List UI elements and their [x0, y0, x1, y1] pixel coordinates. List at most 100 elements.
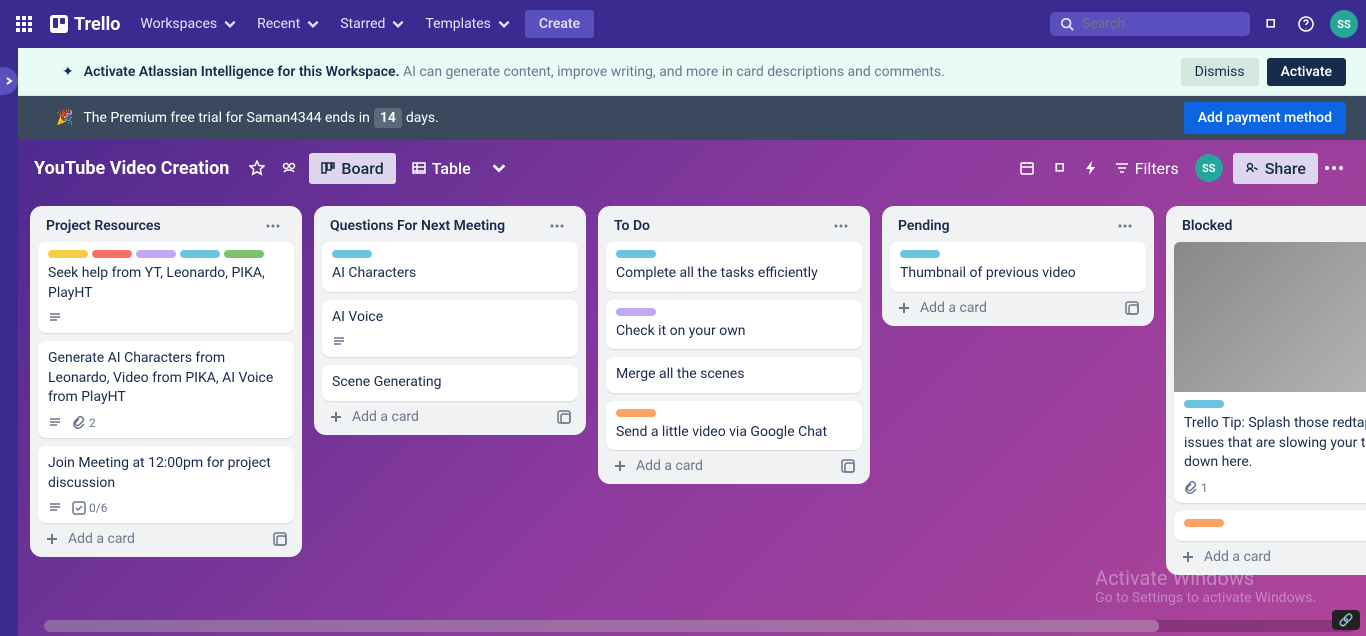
nav-templates[interactable]: Templates [415, 10, 521, 38]
card[interactable]: Scene Generating [322, 365, 578, 401]
horizontal-scrollbar[interactable] [44, 620, 1356, 632]
trial-text-prefix: The Premium free trial for Saman4344 end… [83, 110, 369, 126]
filters-button[interactable]: Filters [1107, 159, 1187, 178]
sidebar-expand-icon[interactable] [0, 67, 18, 95]
nav-workspaces[interactable]: Workspaces [130, 10, 247, 38]
board-member-avatar[interactable]: SS [1195, 154, 1223, 182]
table-view-button[interactable]: Table [400, 153, 483, 184]
template-icon[interactable] [272, 531, 288, 547]
add-card-button[interactable]: Add a card [1174, 541, 1366, 567]
card[interactable] [1174, 511, 1366, 541]
search-input[interactable] [1082, 16, 1240, 32]
card-cover-image [1174, 242, 1366, 392]
link-chip-icon[interactable]: 🔗 [1332, 610, 1360, 630]
celebrate-icon: 🎉 [56, 110, 73, 126]
board-menu-icon[interactable] [1318, 152, 1350, 184]
list-menu-icon[interactable] [260, 222, 286, 230]
card[interactable]: AI Characters [322, 242, 578, 292]
card[interactable]: Generate AI Characters from Leonardo, Vi… [38, 341, 294, 438]
lists-container[interactable]: Project Resources Seek help from YT, Leo… [18, 196, 1366, 620]
list: Project Resources Seek help from YT, Leo… [30, 206, 302, 557]
card-label[interactable] [92, 250, 132, 258]
card-label[interactable] [136, 250, 176, 258]
attachment-badge: 1 [1184, 481, 1208, 495]
logo-text: Trello [74, 14, 120, 35]
list-title[interactable]: To Do [614, 218, 650, 234]
add-card-label: Add a card [68, 531, 135, 547]
card[interactable]: Check it on your own [606, 300, 862, 350]
dismiss-button[interactable]: Dismiss [1181, 58, 1259, 86]
card-label[interactable] [180, 250, 220, 258]
description-badge [48, 501, 62, 515]
help-icon[interactable] [1290, 8, 1322, 40]
trello-logo[interactable]: Trello [40, 14, 130, 35]
list-menu-icon[interactable] [544, 222, 570, 230]
nav-starred[interactable]: Starred [330, 10, 415, 38]
card[interactable]: Thumbnail of previous video [890, 242, 1146, 292]
board-title[interactable]: YouTube Video Creation [34, 158, 229, 179]
add-card-button[interactable]: Add a card [38, 523, 294, 549]
template-icon[interactable] [840, 458, 856, 474]
apps-menu-icon[interactable] [8, 8, 40, 40]
list: Questions For Next Meeting AI Characters… [314, 206, 586, 435]
nav-recent[interactable]: Recent [247, 10, 330, 38]
card[interactable]: Join Meeting at 12:00pm for project disc… [38, 446, 294, 523]
template-icon[interactable] [1124, 300, 1140, 316]
list-title[interactable]: Questions For Next Meeting [330, 218, 505, 234]
add-card-label: Add a card [920, 300, 987, 316]
add-card-label: Add a card [1204, 549, 1271, 565]
visibility-icon[interactable] [273, 154, 305, 182]
add-card-button[interactable]: Add a card [890, 292, 1146, 318]
card-title: Thumbnail of previous video [900, 264, 1136, 284]
ai-banner-title: Activate Atlassian Intelligence for this… [84, 64, 400, 80]
scrollbar-thumb[interactable] [44, 620, 1159, 632]
star-icon[interactable] [241, 154, 273, 182]
ai-banner: ✦ Activate Atlassian Intelligence for th… [18, 48, 1366, 96]
search-box[interactable] [1050, 12, 1250, 36]
add-payment-button[interactable]: Add payment method [1184, 102, 1346, 134]
trial-days: 14 [374, 108, 402, 128]
attachment-badge: 2 [72, 416, 96, 430]
card-label[interactable] [332, 250, 372, 258]
card-label[interactable] [616, 409, 656, 417]
list-menu-icon[interactable] [1112, 222, 1138, 230]
card-label[interactable] [48, 250, 88, 258]
list-title[interactable]: Project Resources [46, 218, 161, 234]
card-label[interactable] [1184, 519, 1224, 527]
card-label[interactable] [224, 250, 264, 258]
user-avatar[interactable]: SS [1330, 10, 1358, 38]
template-icon[interactable] [556, 409, 572, 425]
board-header: YouTube Video Creation Board Table Filte… [18, 140, 1366, 196]
card-title: AI Voice [332, 308, 568, 328]
card-label[interactable] [616, 250, 656, 258]
card-label[interactable] [1184, 400, 1224, 408]
card-title: Seek help from YT, Leonardo, PIKA, PlayH… [48, 264, 284, 303]
share-icon [1245, 161, 1259, 175]
create-button[interactable]: Create [525, 10, 594, 38]
card[interactable]: Seek help from YT, Leonardo, PIKA, PlayH… [38, 242, 294, 333]
list-title[interactable]: Pending [898, 218, 950, 234]
activate-button[interactable]: Activate [1267, 58, 1346, 86]
list: To Do Complete all the tasks efficiently… [598, 206, 870, 484]
bolt-icon[interactable] [1075, 152, 1107, 184]
notifications-icon[interactable] [1254, 8, 1286, 40]
share-button[interactable]: Share [1233, 153, 1318, 184]
list-title[interactable]: Blocked [1182, 218, 1232, 234]
add-card-button[interactable]: Add a card [322, 401, 578, 427]
card-label[interactable] [616, 308, 656, 316]
card-title: Send a little video via Google Chat [616, 423, 852, 443]
add-card-button[interactable]: Add a card [606, 450, 862, 476]
rocket-icon[interactable] [1043, 152, 1075, 184]
card-label[interactable] [900, 250, 940, 258]
calendar-icon[interactable] [1011, 152, 1043, 184]
list-menu-icon[interactable] [828, 222, 854, 230]
add-card-label: Add a card [636, 458, 703, 474]
card[interactable]: Send a little video via Google Chat [606, 401, 862, 451]
card-title: Trello Tip: Splash those redtape-heavy i… [1184, 414, 1366, 473]
card[interactable]: Trello Tip: Splash those redtape-heavy i… [1174, 242, 1366, 503]
card[interactable]: Complete all the tasks efficiently [606, 242, 862, 292]
board-view-button[interactable]: Board [309, 153, 395, 184]
card[interactable]: AI Voice [322, 300, 578, 358]
card[interactable]: Merge all the scenes [606, 357, 862, 393]
view-switcher-icon[interactable] [483, 154, 515, 182]
